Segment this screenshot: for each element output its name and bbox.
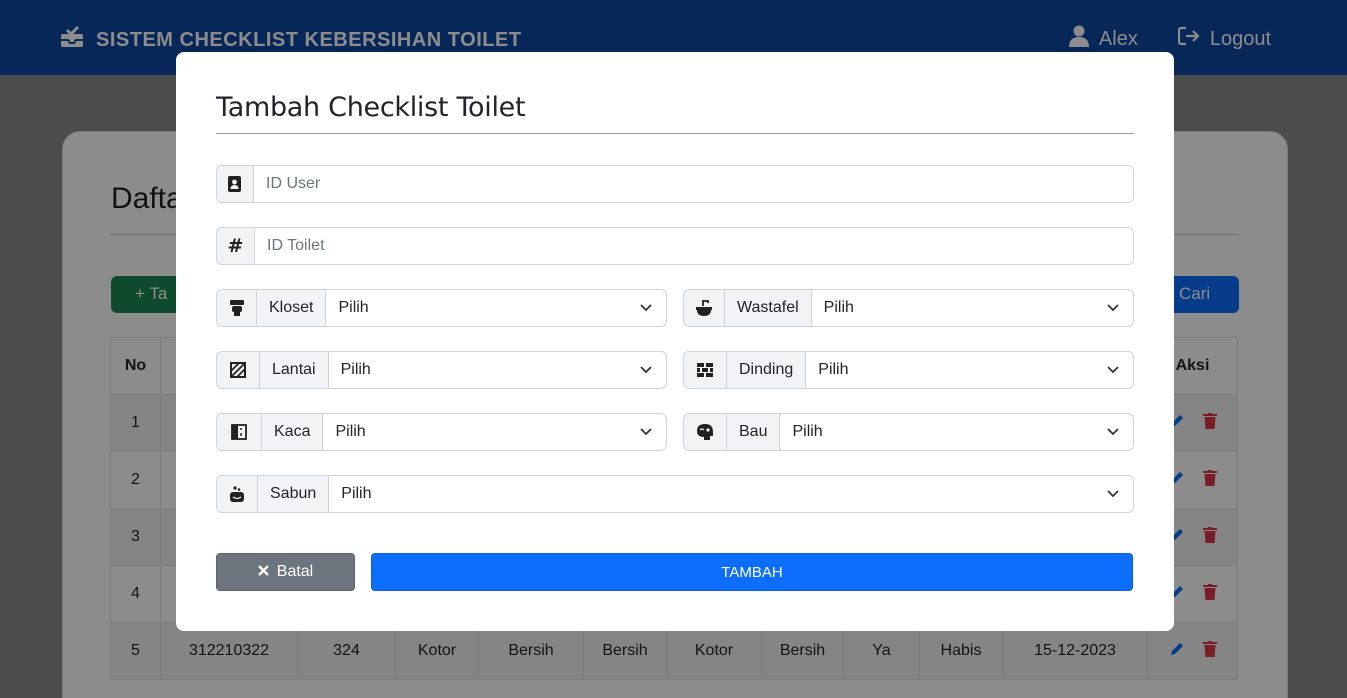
kaca-label: Kaca: [262, 414, 324, 450]
dinding-select[interactable]: Dinding Pilih: [683, 351, 1134, 389]
wastafel-dropdown[interactable]: Pilih: [812, 290, 1133, 326]
contact-book-icon: [217, 166, 254, 202]
submit-button[interactable]: TAMBAH: [371, 553, 1133, 591]
dinding-label: Dinding: [727, 352, 807, 388]
bau-label: Bau: [727, 414, 781, 450]
sabun-select[interactable]: Sabun Pilih: [216, 475, 1134, 513]
kloset-label: Kloset: [257, 290, 327, 326]
kloset-value: Pilih: [338, 299, 369, 316]
floor-icon: [217, 352, 260, 388]
lantai-select[interactable]: Lantai Pilih: [216, 351, 667, 389]
bau-dropdown[interactable]: Pilih: [780, 414, 1133, 450]
modal-title: Tambah Checklist Toilet: [216, 92, 526, 123]
bau-value: Pilih: [792, 423, 823, 440]
kaca-value: Pilih: [335, 423, 366, 440]
chevron-down-icon: [640, 423, 652, 441]
sabun-dropdown[interactable]: Pilih: [329, 476, 1133, 512]
toilet-icon: [217, 290, 257, 326]
chevron-down-icon: [1107, 485, 1119, 503]
id-user-field: [216, 165, 1134, 203]
id-toilet-field: #: [216, 227, 1134, 265]
bau-select[interactable]: Bau Pilih: [683, 413, 1134, 451]
hashtag-icon: #: [217, 228, 255, 264]
mirror-icon: [217, 414, 262, 450]
add-checklist-modal: Tambah Checklist Toilet # Kloset Pilih W…: [176, 52, 1174, 631]
sink-icon: [684, 290, 725, 326]
sabun-label: Sabun: [258, 476, 330, 512]
kaca-dropdown[interactable]: Pilih: [323, 414, 666, 450]
chevron-down-icon: [1107, 423, 1119, 441]
cancel-button[interactable]: Batal: [216, 553, 355, 591]
chevron-down-icon: [1107, 361, 1119, 379]
wastafel-label: Wastafel: [725, 290, 812, 326]
wastafel-select[interactable]: Wastafel Pilih: [683, 289, 1134, 327]
sabun-value: Pilih: [341, 485, 372, 502]
kaca-select[interactable]: Kaca Pilih: [216, 413, 667, 451]
wastafel-value: Pilih: [823, 299, 854, 316]
id-user-input[interactable]: [254, 166, 1133, 202]
soap-icon: [217, 476, 258, 512]
lantai-label: Lantai: [260, 352, 329, 388]
cancel-label: Batal: [276, 563, 314, 580]
kloset-dropdown[interactable]: Pilih: [326, 290, 666, 326]
chevron-down-icon: [640, 299, 652, 317]
lantai-value: Pilih: [340, 361, 371, 378]
chevron-down-icon: [1107, 299, 1119, 317]
smell-icon: [684, 414, 727, 450]
chevron-down-icon: [640, 361, 652, 379]
id-toilet-input[interactable]: [255, 228, 1133, 264]
wall-icon: [684, 352, 727, 388]
close-icon: [257, 563, 269, 581]
modal-divider: [216, 133, 1134, 134]
kloset-select[interactable]: Kloset Pilih: [216, 289, 667, 327]
dinding-dropdown[interactable]: Pilih: [806, 352, 1133, 388]
lantai-dropdown[interactable]: Pilih: [329, 352, 666, 388]
dinding-value: Pilih: [818, 361, 849, 378]
